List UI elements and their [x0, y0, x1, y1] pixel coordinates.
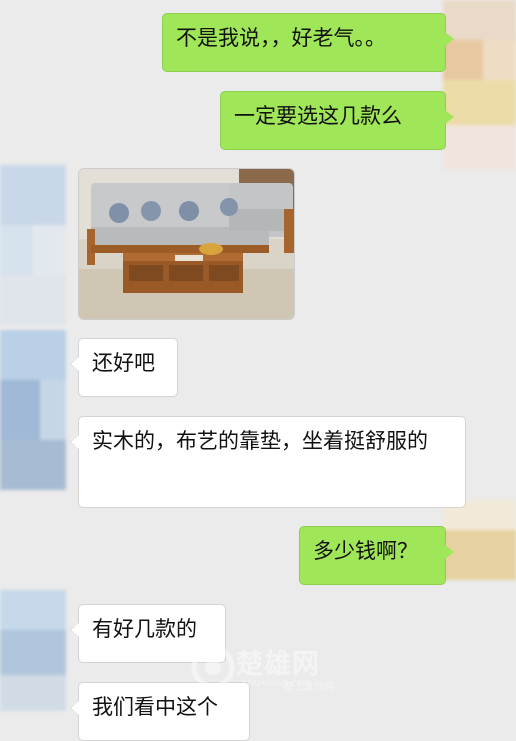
sofa-photo[interactable] — [78, 168, 295, 320]
message-text: 多少钱啊？ — [313, 539, 418, 563]
message-text: 不是我说，，好老气。。 — [176, 26, 386, 50]
message-bubble-sent[interactable]: 一定要选这几款么 — [220, 91, 454, 150]
watermark-title: 楚雄网 — [236, 649, 320, 680]
message-bubble-sent[interactable]: 不是我说，，好老气。。 — [162, 13, 454, 72]
self-avatar[interactable] — [443, 0, 516, 170]
watermark-slogan: 楚上发现网 — [284, 682, 334, 693]
message-text: 有好几款的 — [92, 617, 197, 641]
message-bubble-sent[interactable]: 多少钱啊？ — [299, 526, 454, 585]
sofa-image-icon — [79, 169, 294, 319]
message-text: 一定要选这几款么 — [234, 104, 402, 128]
self-avatar-2[interactable] — [443, 500, 516, 580]
message-bubble-received[interactable]: 实木的，布艺的靠垫，坐着挺舒服的 — [70, 416, 466, 508]
message-bubble-received[interactable]: 还好吧 — [70, 338, 178, 397]
site-watermark: 楚雄网 chuxiong.com 楚上发现网 — [188, 640, 348, 710]
contact-avatar-3[interactable] — [0, 590, 66, 711]
message-text: 实木的，布艺的靠垫，坐着挺舒服的 — [92, 429, 428, 453]
contact-avatar[interactable] — [0, 165, 66, 325]
watermark-logo-icon — [191, 645, 235, 689]
contact-avatar-2[interactable] — [0, 330, 66, 490]
message-text: 还好吧 — [92, 351, 155, 375]
